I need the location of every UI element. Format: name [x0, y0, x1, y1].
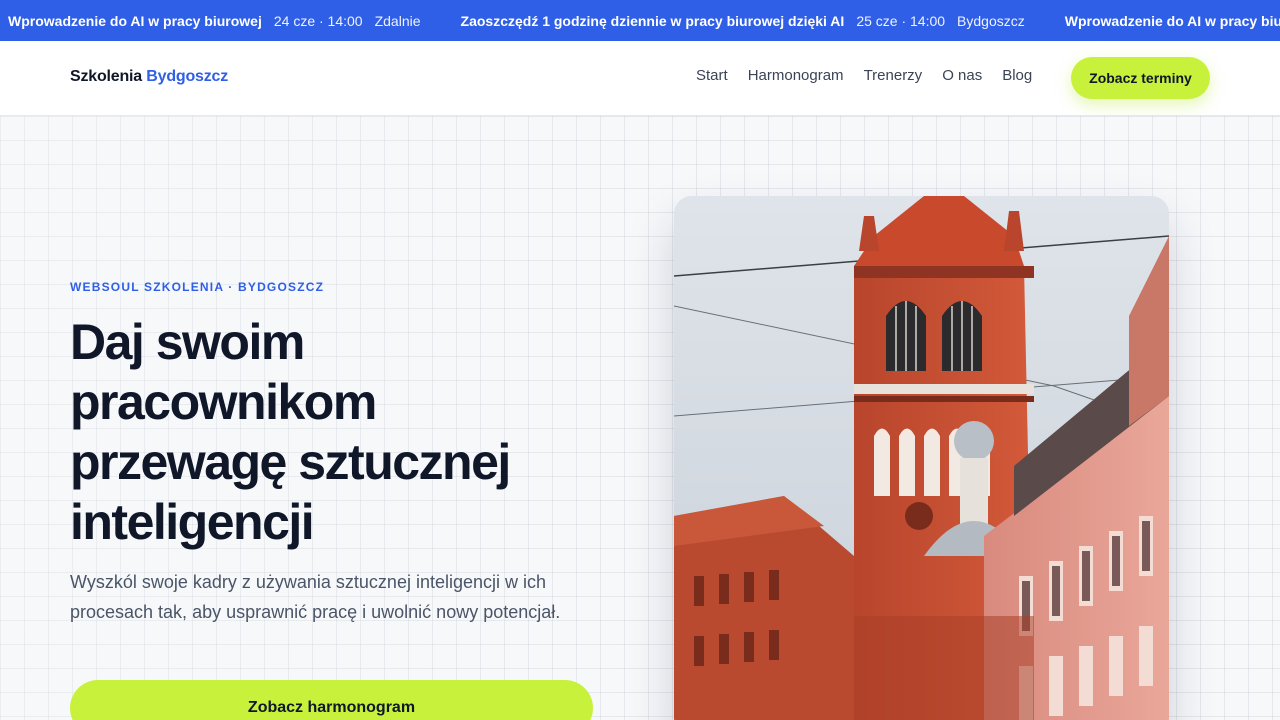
nav-link-start[interactable]: Start	[696, 67, 728, 84]
ticker-item-location: Zdalnie	[374, 12, 421, 29]
nav-link-blog[interactable]: Blog	[1002, 67, 1032, 84]
ticker-item-date: 24 cze · 14:00	[273, 12, 363, 29]
logo-main-text: Szkolenia	[70, 68, 143, 85]
hero-eyebrow: WEBSOUL SZKOLENIA · BYDGOSZCZ	[70, 280, 325, 294]
hero-photo-illustration	[674, 196, 1169, 720]
ticker-item-title: Wprowadzenie do AI w pracy biurowej	[1064, 12, 1280, 29]
hero-section: WEBSOUL SZKOLENIA · BYDGOSZCZ Daj swoim …	[0, 116, 1280, 720]
ticker-item-title: Wprowadzenie do AI w pracy biurowej	[8, 12, 262, 29]
ticker-item-date: 25 cze · 14:00	[856, 12, 946, 29]
ticker-item[interactable]: Wprowadzenie do AI w pracy biurowej 24 c…	[8, 13, 421, 29]
ticker-item-location: Bydgoszcz	[957, 12, 1025, 29]
announcement-ticker: Wprowadzenie do AI w pracy biurowej 24 c…	[0, 0, 1280, 41]
ticker-track: Wprowadzenie do AI w pracy biurowej 24 c…	[8, 0, 1280, 41]
see-schedule-button[interactable]: Zobacz harmonogram	[70, 680, 593, 720]
main-nav: Start Harmonogram Trenerzy O nas Blog	[696, 67, 1032, 84]
headline-line: przewagę sztucznej	[70, 434, 511, 490]
headline-line: pracownikom	[70, 374, 377, 430]
hero-headline: Daj swoim pracownikom przewagę sztucznej…	[70, 312, 610, 552]
site-logo[interactable]: Szkolenia Bydgoszcz	[70, 68, 228, 86]
logo-accent-text: Bydgoszcz	[146, 68, 229, 85]
ticker-item-title: Zaoszczędź 1 godzinę dziennie w pracy bi…	[460, 12, 845, 29]
site-header: Szkolenia Bydgoszcz Start Harmonogram Tr…	[0, 41, 1280, 116]
nav-link-o-nas[interactable]: O nas	[942, 67, 982, 84]
nav-link-trenerzy[interactable]: Trenerzy	[864, 67, 923, 84]
see-dates-button[interactable]: Zobacz terminy	[1071, 57, 1210, 99]
hero-lead-text: Wyszkól swoje kadry z używania sztucznej…	[70, 572, 561, 622]
nav-link-harmonogram[interactable]: Harmonogram	[748, 67, 844, 84]
hero-photo-bydgoszcz	[674, 196, 1169, 720]
ticker-item[interactable]: Wprowadzenie do AI w pracy biurowej	[1065, 13, 1280, 29]
headline-line: Daj swoim	[70, 314, 305, 370]
headline-line: inteligencji	[70, 494, 315, 550]
ticker-item[interactable]: Zaoszczędź 1 godzinę dziennie w pracy bi…	[461, 13, 1025, 29]
